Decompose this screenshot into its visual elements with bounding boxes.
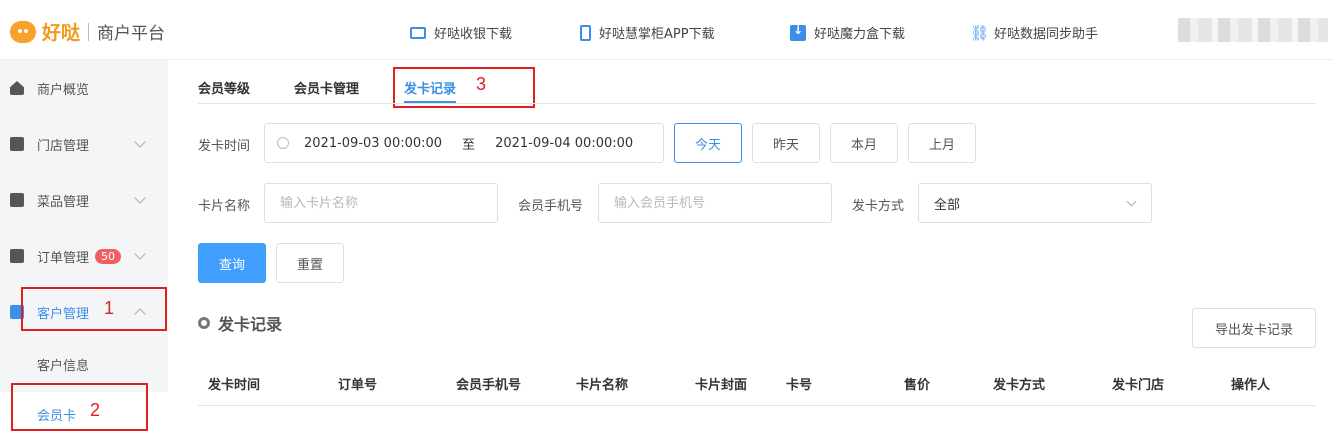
- order-count-badge: 50: [95, 248, 122, 264]
- monitor-icon: [410, 26, 426, 39]
- chevron-down-icon: [134, 192, 146, 204]
- section-dot-icon: [198, 317, 210, 329]
- annotation-label-1: 1: [104, 298, 115, 318]
- home-icon: [10, 81, 24, 95]
- column-header: 发卡门店: [1112, 378, 1165, 393]
- download-box-link[interactable]: 好哒魔力盒下载: [790, 23, 905, 42]
- end-date-value[interactable]: 2021-09-04 00:00:00: [495, 136, 633, 151]
- tab-issue-records[interactable]: 发卡记录: [404, 78, 457, 103]
- annotation-label-2: 2: [90, 400, 101, 420]
- chevron-down-icon: [1126, 196, 1137, 207]
- issue-method-select[interactable]: 全部: [918, 183, 1152, 223]
- user-account-blurred[interactable]: [1178, 18, 1328, 42]
- this-month-button[interactable]: 本月: [830, 123, 898, 163]
- range-separator: 至: [462, 137, 476, 153]
- logo-icon: [10, 20, 36, 43]
- download-pos-label: 好哒收银下载: [434, 27, 513, 42]
- tab-member-level[interactable]: 会员等级: [198, 78, 250, 97]
- column-header: 卡片封面: [695, 378, 748, 393]
- logo-divider: [88, 22, 90, 41]
- store-icon: [10, 137, 24, 151]
- tab-member-card-management[interactable]: 会员卡管理: [294, 78, 359, 97]
- member-phone-label: 会员手机号: [518, 199, 584, 214]
- column-header: 操作人: [1231, 378, 1271, 393]
- yesterday-button[interactable]: 昨天: [752, 123, 820, 163]
- column-header: 卡片名称: [576, 378, 629, 393]
- sidebar-item-label: 订单管理: [37, 250, 90, 266]
- date-range-picker[interactable]: 2021-09-03 00:00:00 至 2021-09-04 00:00:0…: [264, 123, 664, 163]
- phone-icon: [580, 24, 591, 41]
- sidebar-item-label: 商户概览: [37, 82, 90, 98]
- column-header: 售价: [904, 378, 931, 393]
- last-month-button[interactable]: 上月: [908, 123, 976, 163]
- issue-method-value: 全部: [934, 197, 961, 213]
- sidebar-item-label: 菜品管理: [37, 194, 90, 210]
- annotation-box-1: [21, 287, 167, 331]
- column-header: 订单号: [338, 378, 378, 393]
- download-icon: [790, 23, 806, 41]
- download-pos-link[interactable]: 好哒收银下载: [410, 23, 512, 42]
- annotation-box-2: [11, 383, 148, 431]
- sync-assistant-link[interactable]: ⛓ 好哒数据同步助手: [970, 23, 1099, 43]
- sidebar-item-dishes[interactable]: 菜品管理: [0, 172, 168, 228]
- section-title-text: 发卡记录: [218, 315, 283, 334]
- section-title: 发卡记录: [198, 311, 282, 335]
- reset-button[interactable]: 重置: [276, 243, 344, 283]
- sidebar-subitem-customer-info[interactable]: 客户信息: [0, 342, 168, 386]
- sidebar-item-orders[interactable]: 订单管理 50: [0, 228, 168, 284]
- download-box-label: 好哒魔力盒下载: [814, 27, 906, 42]
- column-header: 卡号: [786, 378, 813, 393]
- download-app-label: 好哒慧掌柜APP下载: [599, 27, 715, 42]
- order-icon: [10, 249, 24, 263]
- card-name-input[interactable]: [264, 183, 498, 223]
- issue-method-label: 发卡方式: [852, 199, 905, 214]
- brand-name: 好哒: [42, 22, 81, 44]
- query-button[interactable]: 查询: [198, 243, 266, 283]
- sync-assistant-label: 好哒数据同步助手: [994, 27, 1099, 42]
- table-header: 发卡时间 订单号 会员手机号 卡片名称 卡片封面 卡号 售价 发卡方式 发卡门店…: [198, 362, 1316, 406]
- top-header: 好哒 商户平台 好哒收银下载 好哒慧掌柜APP下载 好哒魔力盒下载 ⛓ 好哒数据…: [0, 0, 1333, 60]
- tab-bar: 会员等级 会员卡管理 发卡记录: [198, 60, 1316, 104]
- column-header: 发卡时间: [208, 378, 261, 393]
- dish-icon: [10, 193, 24, 207]
- column-header: 会员手机号: [456, 378, 522, 393]
- sidebar: 商户概览 门店管理 菜品管理 订单管理 50 客户管理 客户信息 会员卡: [0, 60, 168, 436]
- card-name-label: 卡片名称: [198, 199, 251, 214]
- chevron-down-icon: [134, 248, 146, 260]
- logo[interactable]: 好哒 商户平台: [10, 18, 165, 45]
- today-button[interactable]: 今天: [674, 123, 742, 163]
- link-icon: ⛓: [970, 23, 990, 42]
- export-records-button[interactable]: 导出发卡记录: [1192, 308, 1316, 348]
- clock-icon: [277, 137, 289, 149]
- download-app-link[interactable]: 好哒慧掌柜APP下载: [580, 23, 715, 42]
- issue-time-label: 发卡时间: [198, 139, 251, 154]
- sidebar-subitem-label: 客户信息: [37, 358, 90, 374]
- platform-name: 商户平台: [97, 24, 166, 44]
- sidebar-item-overview[interactable]: 商户概览: [0, 60, 168, 116]
- sidebar-item-label: 门店管理: [37, 138, 90, 154]
- start-date-value[interactable]: 2021-09-03 00:00:00: [304, 136, 442, 151]
- member-phone-input[interactable]: [598, 183, 832, 223]
- column-header: 发卡方式: [993, 378, 1046, 393]
- sidebar-item-stores[interactable]: 门店管理: [0, 116, 168, 172]
- chevron-down-icon: [134, 136, 146, 148]
